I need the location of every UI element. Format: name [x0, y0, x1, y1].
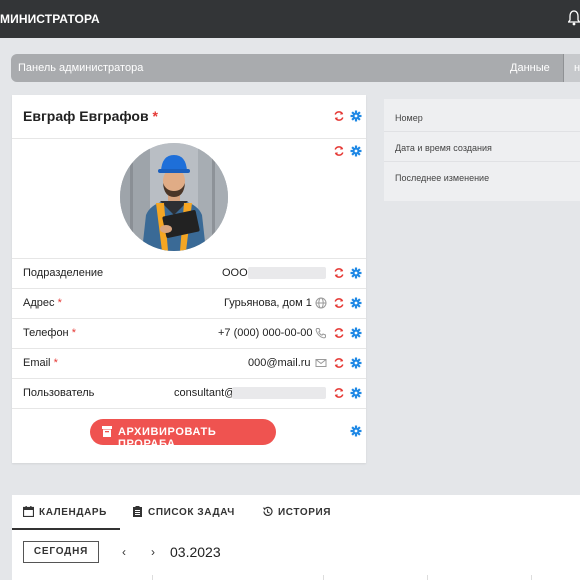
top-bar: МИНИСТРАТОРА	[0, 0, 580, 38]
field-value: ООО	[222, 267, 248, 279]
info-field-modified: Последнее изменение	[395, 173, 490, 183]
field-value: Гурьянова, дом 1	[224, 297, 312, 309]
required-mark: *	[152, 108, 158, 124]
calendar-grid-line	[323, 575, 324, 580]
today-button[interactable]: СЕГОДНЯ	[23, 541, 99, 563]
breadcrumb-data[interactable]: Данные	[510, 62, 550, 74]
gear-icon[interactable]	[350, 110, 362, 122]
field-label: Пользователь	[23, 387, 95, 399]
field-label: Email *	[23, 357, 58, 369]
gear-icon[interactable]	[350, 267, 362, 279]
active-tab-indicator	[12, 528, 120, 530]
info-field-number: Номер	[384, 101, 580, 132]
current-month: 03.2023	[170, 544, 221, 560]
refresh-icon[interactable]	[333, 145, 345, 157]
refresh-icon[interactable]	[333, 267, 345, 279]
gear-icon[interactable]	[350, 425, 362, 437]
info-field-created: Дата и время создания	[384, 131, 580, 162]
breadcrumb-current: на р	[564, 54, 580, 82]
mail-icon[interactable]	[315, 357, 327, 369]
profile-name: Евграф Евграфов *	[23, 108, 158, 124]
calendar-grid-line	[531, 575, 532, 580]
calendar-grid-line	[152, 575, 153, 580]
worker-photo	[120, 143, 228, 251]
redacted-value	[248, 267, 326, 279]
history-icon	[262, 506, 273, 516]
field-user: Пользователь consultant@	[12, 378, 366, 408]
divider	[12, 138, 366, 139]
profile-name-text: Евграф Евграфов	[23, 108, 149, 124]
field-label: Адрес *	[23, 297, 62, 309]
globe-icon[interactable]	[315, 297, 327, 309]
gear-icon[interactable]	[350, 297, 362, 309]
clipboard-list-icon	[133, 506, 142, 517]
gear-icon[interactable]	[350, 327, 362, 339]
archive-foreman-button[interactable]: АРХИВИРОВАТЬ ПРОРАБА	[90, 419, 276, 450]
refresh-icon[interactable]	[333, 297, 345, 309]
foreman-profile-card: Евграф Евграфов * Подразделение ООО Адре…	[12, 95, 366, 463]
record-info-panel: Номер Дата и время создания Последнее из…	[384, 99, 580, 201]
app-title: МИНИСТРАТОРА	[0, 12, 100, 26]
field-phone: Телефон * +7 (000) 000-00-00	[12, 318, 366, 348]
field-value: 000@mail.ru	[248, 357, 311, 369]
field-email: Email * 000@mail.ru	[12, 348, 366, 378]
calendar-grid-line	[427, 575, 428, 580]
archive-icon	[102, 426, 112, 437]
refresh-icon[interactable]	[333, 357, 345, 369]
field-address: Адрес * Гурьянова, дом 1	[12, 288, 366, 318]
archive-button-label: АРХИВИРОВАТЬ ПРОРАБА	[118, 426, 217, 450]
phone-icon[interactable]	[315, 327, 327, 339]
refresh-icon[interactable]	[333, 327, 345, 339]
divider	[12, 408, 366, 409]
avatar	[120, 143, 228, 251]
breadcrumb-admin-panel[interactable]: Панель администратора	[18, 62, 143, 74]
gear-icon[interactable]	[350, 387, 362, 399]
prev-month-button[interactable]: ‹	[122, 545, 126, 559]
next-month-button[interactable]: ›	[151, 545, 155, 559]
field-value: +7 (000) 000-00-00	[218, 327, 313, 339]
field-department: Подразделение ООО	[12, 258, 366, 288]
gear-icon[interactable]	[350, 145, 362, 157]
field-value: consultant@	[174, 387, 236, 399]
refresh-icon[interactable]	[333, 387, 345, 399]
redacted-value	[232, 387, 326, 399]
bell-icon[interactable]	[568, 10, 580, 26]
breadcrumb: Панель администратора Данные на р	[11, 54, 580, 82]
gear-icon[interactable]	[350, 357, 362, 369]
calendar-panel: КАЛЕНДАРЬ СПИСОК ЗАДАЧ ИСТОРИЯ СЕГОДНЯ ‹…	[12, 495, 580, 580]
refresh-icon[interactable]	[333, 110, 345, 122]
field-label: Подразделение	[23, 267, 104, 279]
field-label: Телефон *	[23, 327, 76, 339]
calendar-icon	[23, 506, 34, 517]
